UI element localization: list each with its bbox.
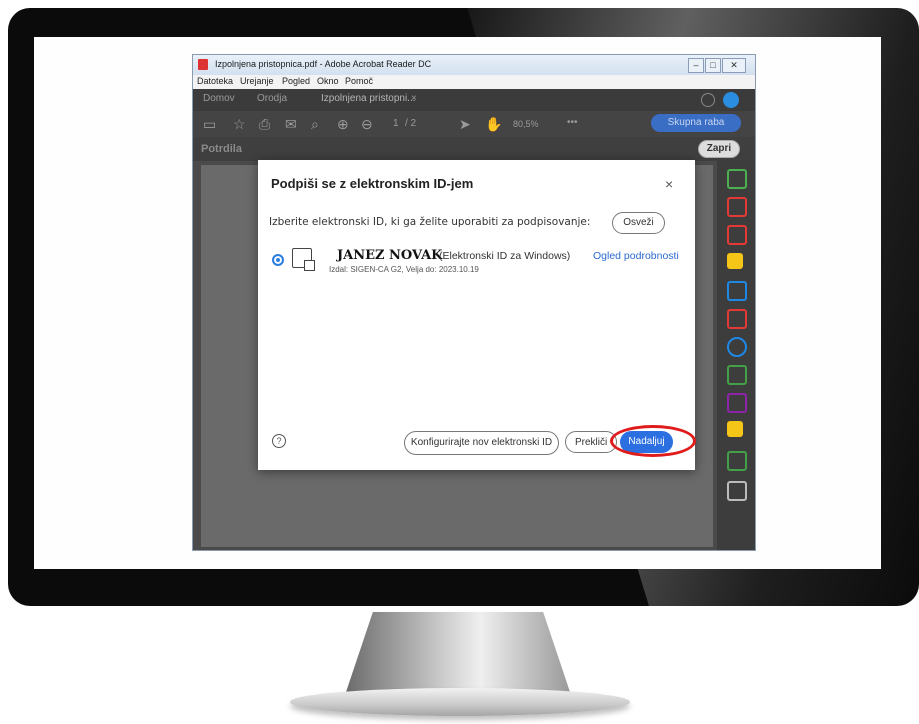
zoom-search-icon[interactable]: ⌕ [311, 116, 319, 133]
comment-icon[interactable] [727, 253, 743, 269]
print-icon[interactable]: ⎙ [259, 116, 270, 133]
help-icon[interactable]: ? [272, 434, 286, 448]
close-certificates-button[interactable]: Zapri [698, 140, 740, 158]
edit-pdf-icon[interactable] [727, 393, 747, 413]
zoom-level[interactable]: 80,5% [513, 119, 539, 129]
optimize-icon[interactable] [727, 365, 747, 385]
monitor-base [290, 688, 630, 716]
maximize-button[interactable]: □ [705, 58, 721, 73]
share-button[interactable]: Skupna raba [651, 114, 741, 132]
toolbar: ▭ ☆ ⎙ ✉ ⌕ ⊕ ⊖ 1 / 2 ➤ ✋ 80,5% ••• Skupna… [193, 111, 755, 137]
save-icon[interactable]: ▭ [203, 116, 216, 133]
configure-new-id-button[interactable]: Konfigurirajte nov elektronski ID [404, 431, 559, 455]
digital-id-name: JANEZ NOVAK [337, 248, 443, 263]
tools-rail [717, 161, 755, 550]
refresh-button[interactable]: Osveži [612, 212, 665, 234]
certificate-badge-icon [304, 260, 315, 271]
certificates-tool-icon[interactable] [727, 451, 747, 471]
acrobat-logo-icon [198, 59, 208, 70]
tab-home[interactable]: Domov [203, 93, 235, 104]
select-cursor-icon[interactable]: ➤ [459, 116, 471, 133]
sign-dialog: Podpiši se z elektronskim ID-jem × Izber… [258, 160, 696, 470]
fill-sign-icon[interactable] [727, 309, 747, 329]
protect-icon[interactable] [727, 337, 747, 357]
digital-id-issuer: Izdal: SIGEN-CA G2, Velja do: 2023.10.19 [329, 265, 479, 274]
bookmark-star-icon[interactable]: ☆ [233, 116, 246, 133]
digital-id-radio[interactable] [272, 254, 284, 266]
tab-tools[interactable]: Orodja [257, 93, 287, 104]
menu-window[interactable]: Okno [317, 76, 339, 86]
digital-id-type: (Elektronski ID za Windows) [439, 250, 571, 262]
organize-pages-icon[interactable] [727, 281, 747, 301]
help-circle-icon[interactable] [701, 93, 715, 107]
account-avatar[interactable] [723, 92, 739, 108]
view-details-link[interactable]: Ogled podrobnosti [593, 250, 679, 262]
scan-icon[interactable] [727, 421, 743, 437]
menu-bar: Datoteka Urejanje Pogled Okno Pomoč [193, 75, 755, 89]
email-icon[interactable]: ✉ [285, 116, 297, 133]
page-total: / 2 [405, 118, 417, 129]
monitor-stand [346, 612, 570, 692]
export-pdf-icon[interactable] [727, 169, 747, 189]
menu-help[interactable]: Pomoč [345, 76, 373, 86]
window-close-button[interactable]: ✕ [722, 58, 746, 73]
page-current[interactable]: 1 [393, 118, 399, 129]
tab-bar: Domov Orodja Izpolnjena pristopni... × [193, 89, 755, 111]
menu-edit[interactable]: Urejanje [240, 76, 274, 86]
minimize-button[interactable]: – [688, 58, 704, 73]
certificates-label: Potrdila [201, 143, 242, 155]
dialog-instruction: Izberite elektronski ID, ki ga želite up… [269, 216, 591, 228]
combine-files-icon[interactable] [727, 225, 747, 245]
tab-close-icon[interactable]: × [411, 93, 417, 104]
more-tools-rail-icon[interactable] [727, 481, 747, 501]
highlight-ellipse [610, 425, 696, 457]
window-titlebar: Izpolnjena pristopnica.pdf - Adobe Acrob… [193, 55, 755, 75]
more-tools-icon[interactable]: ••• [567, 117, 578, 128]
menu-view[interactable]: Pogled [282, 76, 310, 86]
dialog-title: Podpiši se z elektronskim ID-jem [271, 176, 474, 191]
window-title: Izpolnjena pristopnica.pdf - Adobe Acrob… [215, 59, 432, 69]
hand-tool-icon[interactable]: ✋ [485, 116, 502, 133]
certificates-bar: Potrdila Zapri [193, 137, 755, 161]
tab-document[interactable]: Izpolnjena pristopni... [321, 93, 416, 104]
dialog-close-icon[interactable]: × [665, 176, 673, 192]
page-down-icon[interactable]: ⊖ [361, 116, 373, 133]
create-pdf-icon[interactable] [727, 197, 747, 217]
page-up-icon[interactable]: ⊕ [337, 116, 349, 133]
menu-file[interactable]: Datoteka [197, 76, 233, 86]
